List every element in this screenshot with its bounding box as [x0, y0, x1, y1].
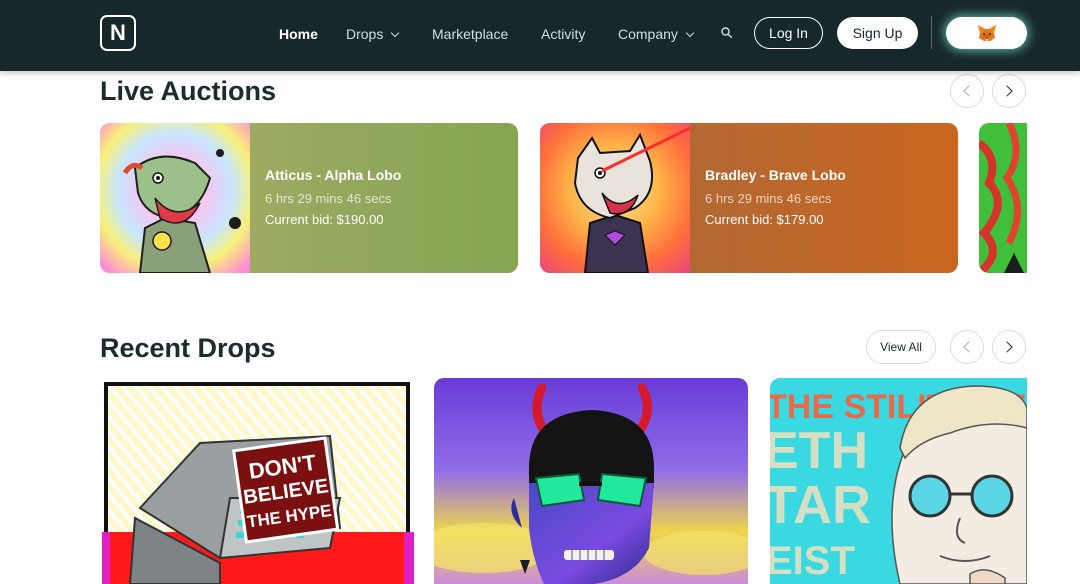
drops-next-button[interactable] [992, 330, 1026, 364]
nav-drops[interactable]: Drops [346, 24, 400, 44]
chevron-down-icon [685, 28, 695, 38]
svg-text:ETH: ETH [770, 422, 868, 480]
drop-card[interactable]: THE STILITY OF THE ART IS THE ETH TAR EI… [770, 378, 1027, 584]
nav-marketplace[interactable]: Marketplace [432, 24, 508, 44]
view-all-button[interactable]: View All [866, 330, 936, 364]
drops-prev-button[interactable] [950, 330, 984, 364]
auction-artwork [540, 123, 690, 273]
search-icon[interactable] [721, 27, 732, 38]
brand-logo[interactable]: N [100, 15, 136, 51]
drop-artwork: THE STILITY OF THE ART IS THE ETH TAR EI… [770, 378, 1027, 584]
auction-card[interactable]: Atticus - Alpha Lobo 6 hrs 29 mins 46 se… [100, 123, 518, 273]
auction-card[interactable] [979, 123, 1027, 273]
drop-card[interactable]: DON'T BELIEVE THE HYPE [100, 378, 414, 584]
nav-activity[interactable]: Activity [541, 24, 585, 44]
auction-time-left: 6 hrs 29 mins 46 secs [265, 191, 392, 206]
svg-text:EIST: EIST [770, 539, 855, 583]
chevron-right-icon [1001, 341, 1013, 353]
chevron-down-icon [391, 28, 400, 38]
auction-info: Bradley - Brave Lobo 6 hrs 29 mins 46 se… [690, 123, 958, 273]
live-auctions-title: Live Auctions [100, 76, 277, 106]
auction-info: Atticus - Alpha Lobo 6 hrs 29 mins 46 se… [250, 123, 518, 273]
auction-artwork [979, 123, 1027, 273]
chevron-left-icon [963, 85, 975, 97]
auction-current-bid: Current bid: $179.00 [705, 212, 824, 227]
recent-drops-title: Recent Drops [100, 333, 276, 363]
top-navbar: N Home Drops Marketplace Activity Compan… [0, 0, 1080, 71]
auction-artwork [100, 123, 250, 273]
auction-time-left: 6 hrs 29 mins 46 secs [705, 191, 832, 206]
drop-artwork [434, 378, 748, 584]
metamask-wallet-button[interactable] [946, 17, 1027, 49]
auctions-prev-button[interactable] [950, 74, 984, 108]
chevron-left-icon [963, 341, 975, 353]
login-button[interactable]: Log In [754, 17, 823, 49]
nav-divider [931, 16, 932, 49]
drop-card[interactable] [434, 378, 748, 584]
nav-company[interactable]: Company [618, 24, 695, 44]
auction-name: Atticus - Alpha Lobo [265, 167, 402, 183]
nav-company-label: Company [618, 26, 678, 42]
auction-card[interactable]: Bradley - Brave Lobo 6 hrs 29 mins 46 se… [540, 123, 958, 273]
nav-home[interactable]: Home [279, 24, 318, 44]
nav-drops-label: Drops [346, 26, 384, 42]
auction-name: Bradley - Brave Lobo [705, 167, 846, 183]
drop-artwork: DON'T BELIEVE THE HYPE [100, 378, 414, 584]
auctions-next-button[interactable] [992, 74, 1026, 108]
signup-button[interactable]: Sign Up [837, 17, 918, 49]
auction-current-bid: Current bid: $190.00 [265, 212, 384, 227]
chevron-right-icon [1001, 85, 1013, 97]
svg-text:TAR: TAR [770, 475, 871, 535]
fox-icon [977, 25, 996, 41]
